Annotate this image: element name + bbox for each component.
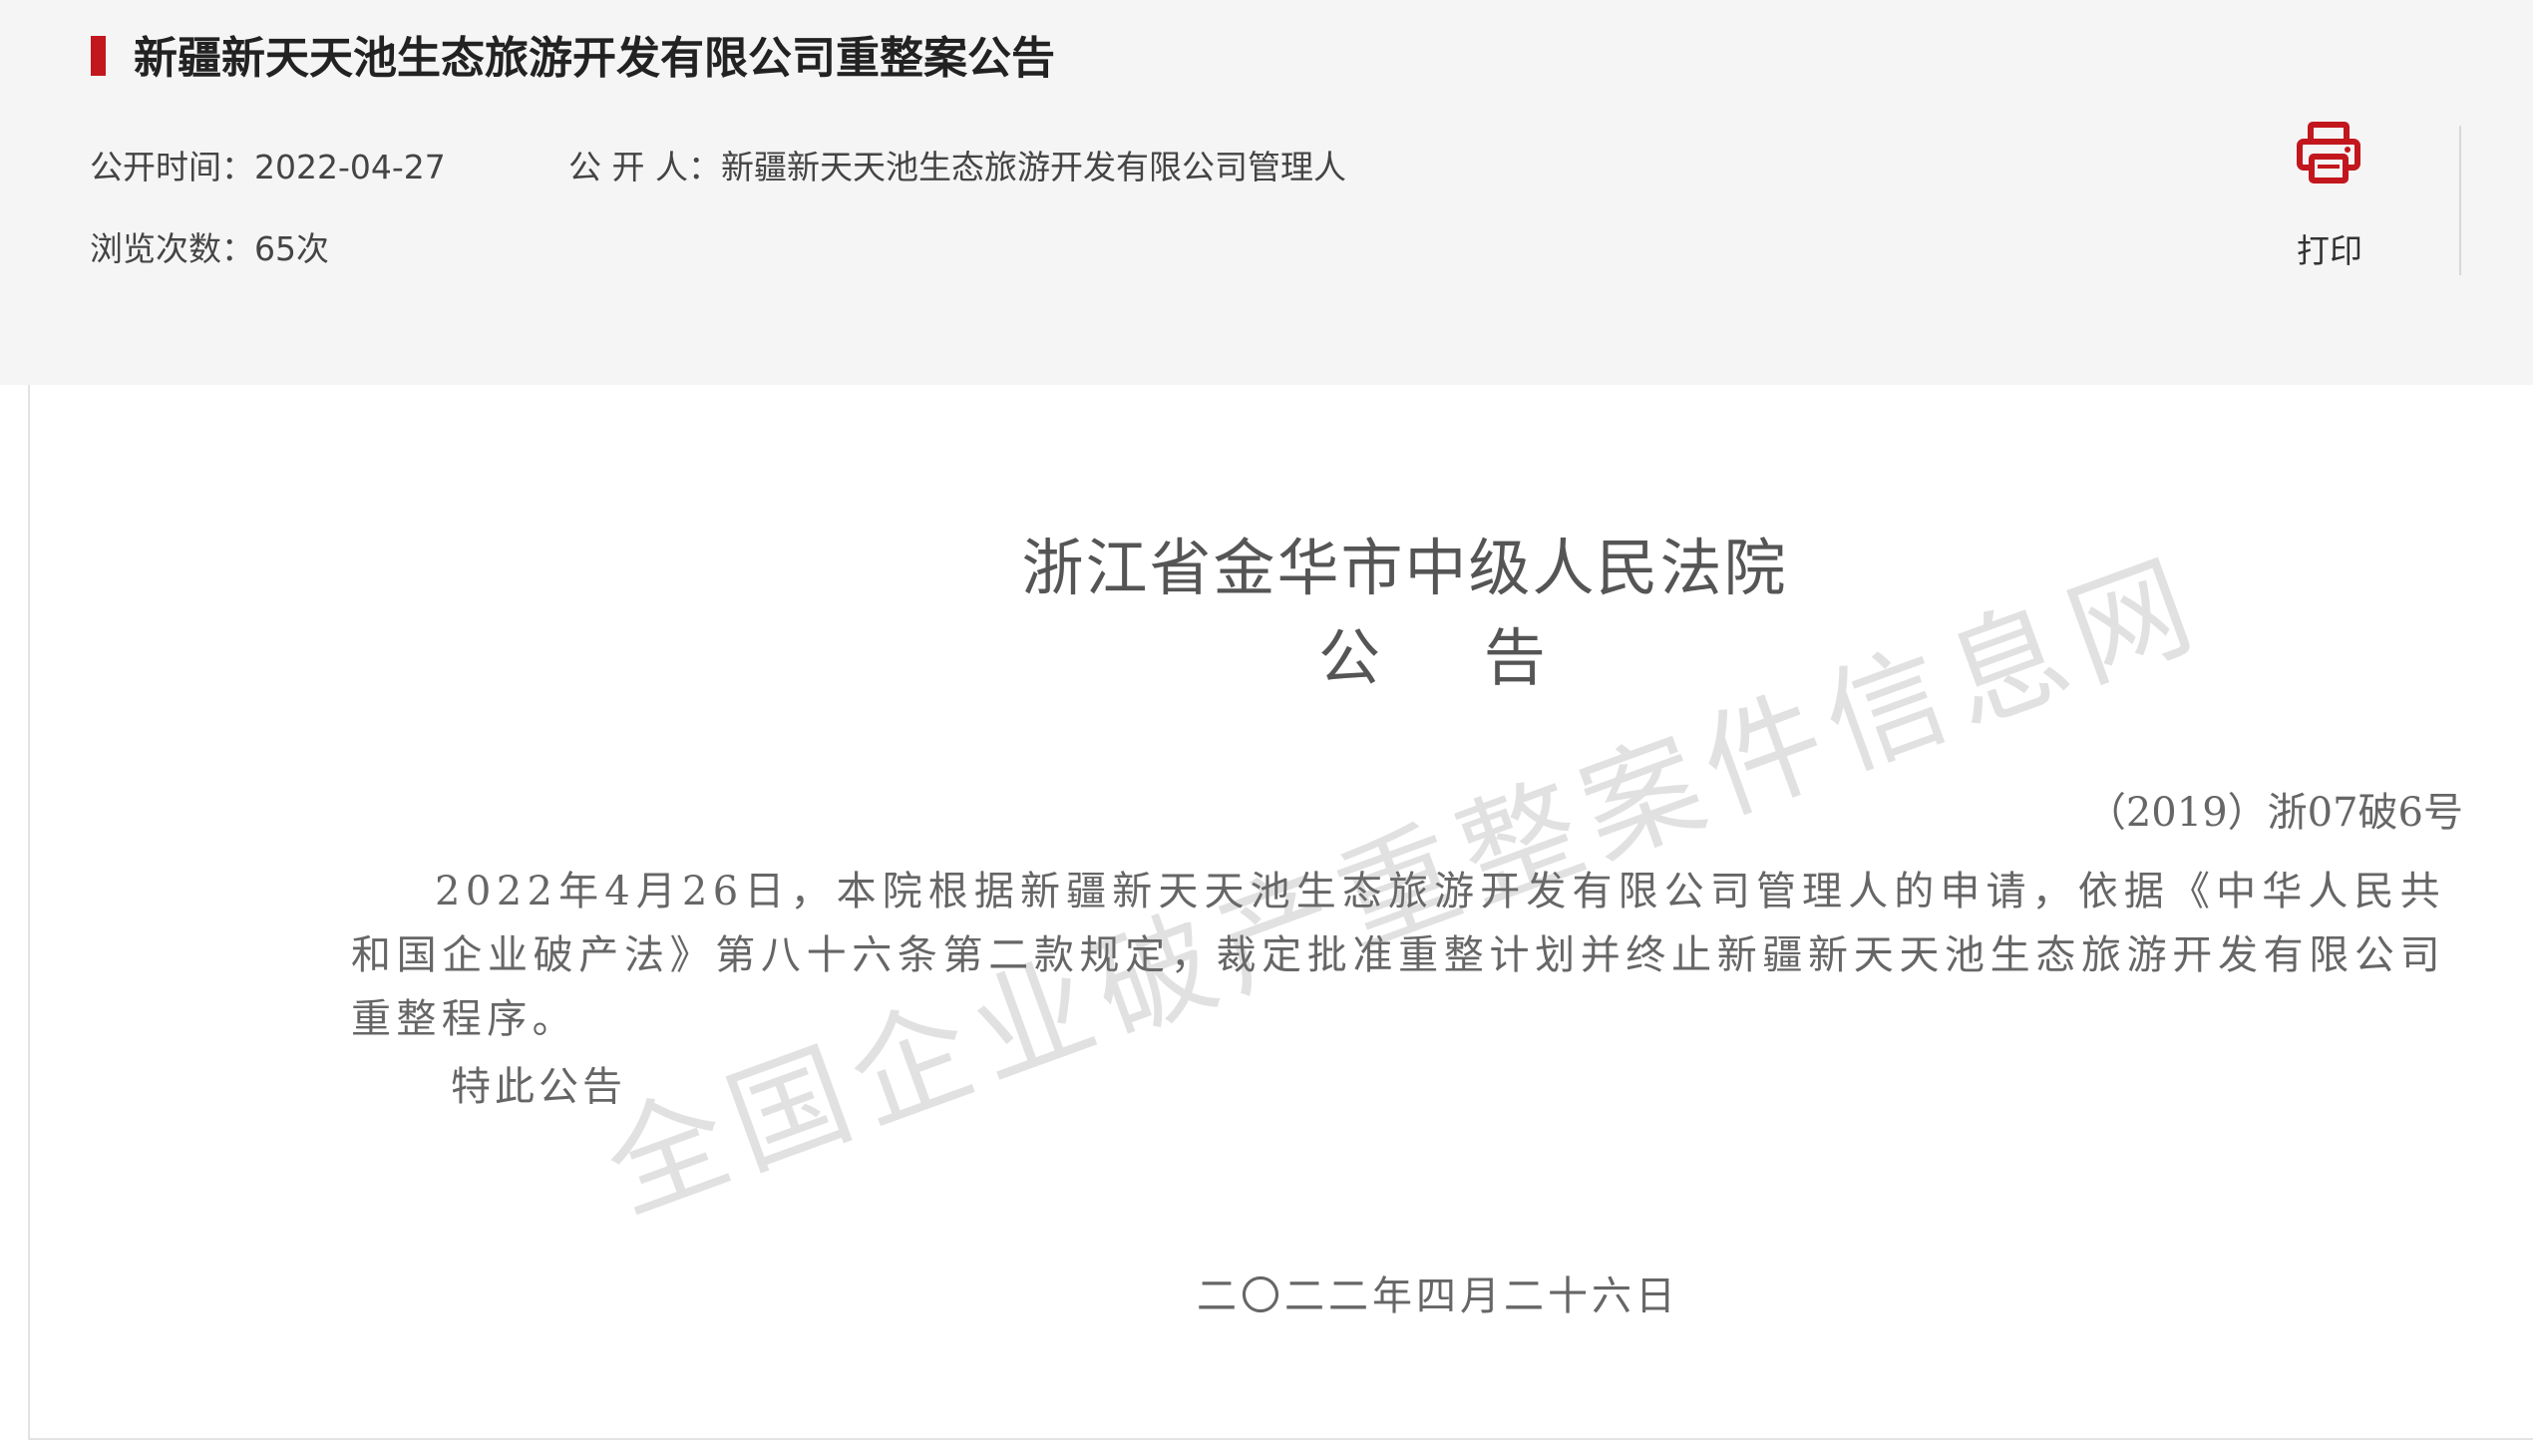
view-count: 浏览次数：65次: [90, 227, 329, 271]
document-body: 2022年4月26日，本院根据新疆新天天池生态旅游开发有限公司管理人的申请，依据…: [351, 869, 2445, 1042]
announcement-header: 新疆新天天池生态旅游开发有限公司重整案公告 公开时间：2022-04-27 公 …: [0, 0, 2533, 385]
publish-time-value: 2022-04-27: [254, 148, 446, 186]
view-count-label: 浏览次数：: [90, 229, 254, 268]
printer-icon: [2297, 122, 2360, 183]
court-name: 浙江省金华市中级人民法院: [1021, 532, 1788, 604]
view-count-value: 65次: [254, 229, 329, 268]
publisher: 公 开 人：新疆新天天池生态旅游开发有限公司管理人: [568, 146, 1346, 189]
title-accent-bar: [91, 36, 106, 76]
header-divider: [2459, 126, 2461, 275]
document-closing: 特此公告: [451, 1064, 626, 1110]
case-number: （2019）浙07破6号: [2085, 790, 2463, 836]
print-button[interactable]: 打印: [2284, 118, 2373, 277]
publish-time-label: 公开时间：: [90, 148, 254, 186]
page-title: 新疆新天天池生态旅游开发有限公司重整案公告: [134, 33, 1055, 84]
print-label: 打印: [2297, 231, 2362, 270]
publisher-label: 公 开 人：: [568, 148, 721, 186]
document-date: 二〇二二年四月二十六日: [1197, 1274, 1679, 1319]
document-heading: 公 告: [1318, 621, 1588, 694]
publish-time: 公开时间：2022-04-27: [90, 146, 446, 189]
publisher-value: 新疆新天天池生态旅游开发有限公司管理人: [720, 148, 1346, 186]
